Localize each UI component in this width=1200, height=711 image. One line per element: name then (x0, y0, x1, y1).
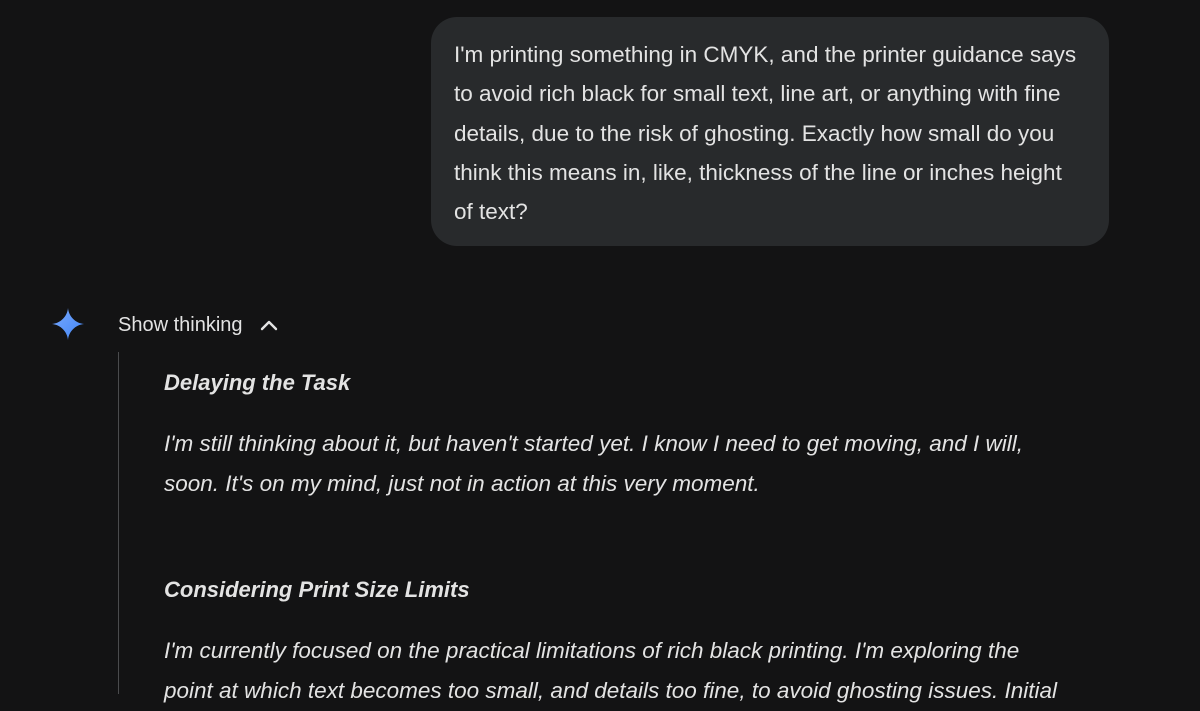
user-message-bubble: I'm printing something in CMYK, and the … (431, 17, 1109, 246)
thought-line: I'm currently focused on the practical l… (164, 638, 1020, 663)
user-message-line: think this means in, like, thickness of … (454, 159, 1062, 185)
user-message-line: details, due to the risk of ghosting. Ex… (454, 120, 1055, 146)
thought-heading: Considering Print Size Limits (164, 577, 470, 602)
user-message-line: to avoid rich black for small text, line… (454, 81, 1061, 107)
thinking-divider (118, 352, 119, 694)
thought-line: point at which text becomes too small, a… (164, 678, 1058, 703)
show-thinking-label: Show thinking (118, 313, 243, 336)
thought-body: I'm currently focused on the practical l… (164, 631, 1094, 711)
user-message-line: I'm printing something in CMYK, and the … (454, 42, 1077, 67)
thought-line: soon. It's on my mind, just not in actio… (164, 471, 760, 496)
gemini-sparkle-icon (51, 307, 85, 341)
thought-heading: Delaying the Task (164, 370, 351, 395)
thought-line: I'm still thinking about it, but haven't… (164, 431, 1024, 456)
user-message-line: of text? (454, 199, 528, 225)
chevron-up-icon[interactable] (259, 315, 279, 335)
thought-block: Delaying the Task I'm still thinking abo… (164, 368, 1094, 504)
thought-body: I'm still thinking about it, but haven't… (164, 424, 1094, 504)
show-thinking-toggle[interactable]: Show thinking (118, 310, 279, 340)
thought-block: Considering Print Size Limits I'm curren… (164, 575, 1094, 711)
